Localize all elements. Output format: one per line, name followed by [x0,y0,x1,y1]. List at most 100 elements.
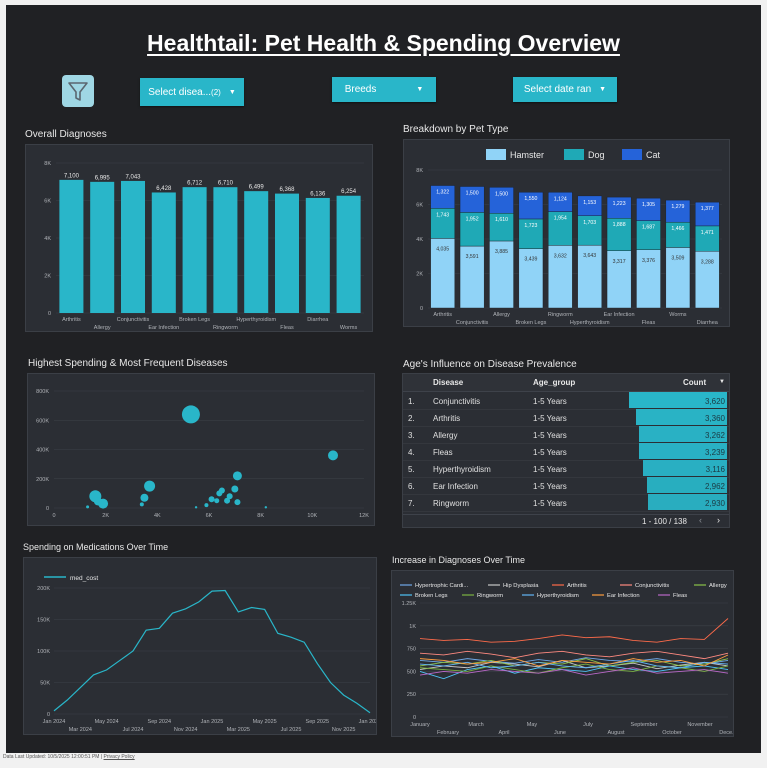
data-label: 1,888 [613,222,626,228]
scatter-point [181,405,200,424]
bar [213,187,238,313]
y-tick-label: 4K [416,237,423,243]
y-tick-label: 8K [416,168,423,174]
scatter-point [194,506,198,509]
scatter-point [208,496,215,503]
x-tick-label: Sep 2025 [306,719,330,725]
meds-title: Spending on Medications Over Time [23,542,169,552]
data-label: 6,428 [156,186,172,192]
bar [182,187,207,313]
row-count: 3,360 [704,414,725,423]
legend-label: med_cost [70,575,98,582]
x-tick-label: Mar 2025 [227,727,250,733]
column-header-disease[interactable]: Disease [433,378,463,387]
x-tick-label: May [527,722,538,728]
breakdown-title: Breakdown by Pet Type [403,124,509,135]
x-tick-label: Nov 2024 [174,727,198,733]
x-tick-label: 4K [154,513,161,519]
y-tick-label: 800K [36,389,49,395]
data-label: 7,100 [64,173,80,179]
x-tick-label: Mar 2024 [69,727,92,733]
data-label: 3,288 [701,259,714,265]
dashboard: Healthtail: Pet Health & Spending Overvi… [6,5,761,753]
sort-desc-icon[interactable]: ▼ [719,379,725,385]
x-tick-label: Jul 2025 [281,727,302,733]
data-label: 3,632 [554,253,567,259]
data-label: 3,317 [613,259,626,265]
column-header-count[interactable]: Count [683,378,706,387]
data-label: 1,610 [495,217,508,223]
series-line [419,618,729,643]
x-tick-label: Arthritis [433,312,452,318]
x-tick-label: Ear Infection [604,312,635,318]
y-tick-label: 4K [44,236,51,242]
breakdown-panel: Hamster Dog Cat 0 2K 4K 6K 8K 4,035 1,743 1,322 Art… [403,139,730,327]
legend-label: Dog [588,150,605,160]
increase-panel: Hypertrophic Cardi... Hip Dysplasia Arthri… [391,570,737,737]
chevron-left-icon[interactable]: ‹ [699,515,702,525]
data-label: 7,043 [125,174,141,180]
legend-label: Conjunctivitis [635,583,669,589]
data-label: 1,703 [583,220,596,226]
breeds-filter-dropdown[interactable]: Breeds ▼ [332,77,436,102]
legend-swatch [486,149,506,160]
footer-updated: Data Last Updated: 10/5/2025 12:00:51 PM [3,754,100,760]
data-label: 6,254 [341,189,357,195]
date-range-filter[interactable]: Select date ran ▼ [513,77,617,102]
x-tick-label: May 2025 [253,719,277,725]
y-tick-label: 200K [37,586,50,592]
row-age-group: 1-5 Years [533,499,567,508]
data-label: 1,550 [524,196,537,202]
x-tick-label: 2K [102,513,109,519]
row-disease: Conjunctivitis [433,397,481,406]
row-disease: Ringworm [433,499,470,508]
legend-label: Cat [646,150,661,160]
scatter-point [328,450,338,461]
y-tick-label: 2K [416,272,423,278]
row-count: 2,930 [704,499,725,508]
filter-icon[interactable] [62,75,94,107]
x-tick-label: July [583,722,593,728]
data-label: 6,712 [187,181,203,187]
bar [151,192,176,313]
data-label: 3,376 [642,258,655,264]
x-tick-label: Allergy [94,325,111,331]
data-label: 3,885 [495,249,508,255]
x-tick-label: Worms [669,312,687,318]
row-count: 3,116 [705,465,725,474]
y-tick-label: 2K [44,274,51,280]
bar [244,191,269,313]
x-tick-label: Broken Legs [515,320,546,326]
x-tick-label: Conjunctivitis [117,317,150,323]
privacy-policy-link[interactable]: Privacy Policy [104,754,135,760]
chevron-right-icon[interactable]: › [717,515,720,525]
row-number: 7. [408,499,415,508]
legend-swatch [564,149,584,160]
scatter-point [226,493,233,500]
data-label: 6,499 [249,185,265,191]
x-tick-label: Conjunctivitis [456,320,489,326]
age-table: Disease Age_group Count ▼ 1. Conjunctivitis 1-… [403,374,729,527]
data-label: 1,223 [613,201,626,207]
data-label: 1,322 [436,190,449,196]
data-label: 1,954 [554,216,567,222]
disease-filter-dropdown[interactable]: Select disea... (2) ▼ [140,78,244,106]
y-tick-label: 100K [37,649,50,655]
y-tick-label: 50K [40,681,50,687]
bar [120,180,146,313]
x-tick-label: Ringworm [213,325,238,331]
y-tick-label: 0 [48,311,51,317]
row-disease: Ear Infection [433,482,478,491]
row-count: 3,620 [704,397,725,406]
legend-label: Ringworm [477,593,503,599]
x-tick-label: 8K [257,513,264,519]
data-label: 1,153 [583,200,596,206]
row-disease: Fleas [433,448,453,457]
data-label: 1,723 [524,223,537,229]
data-label: 6,136 [310,191,326,197]
legend-label: Arthritis [567,583,587,589]
y-tick-label: 8K [44,161,51,167]
column-header-age-group[interactable]: Age_group [533,378,575,387]
footer: Data Last Updated: 10/5/2025 12:00:51 PM… [3,754,135,760]
y-tick-label: 200K [36,477,49,483]
